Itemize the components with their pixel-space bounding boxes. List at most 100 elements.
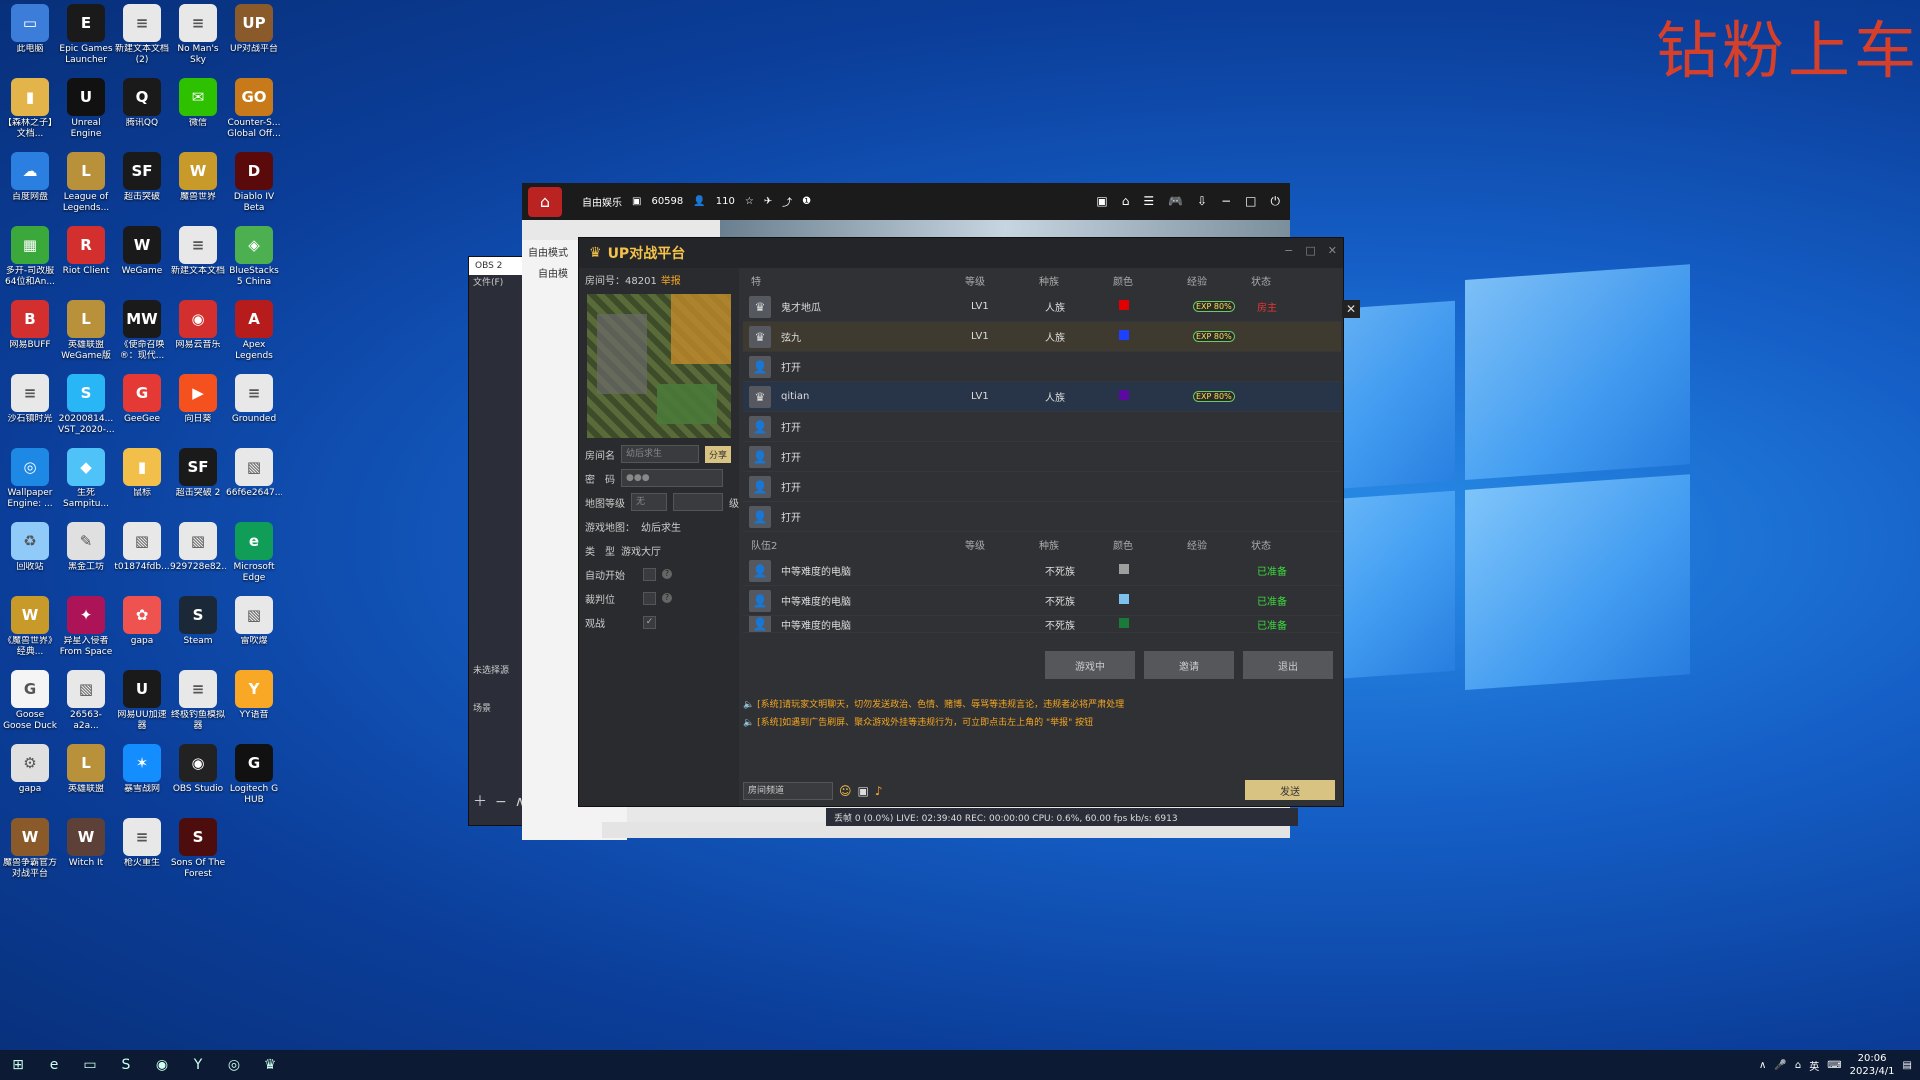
image-icon[interactable]: ▣ — [858, 784, 869, 798]
emoji-icon[interactable]: ☺ — [839, 784, 852, 798]
computer-row[interactable]: 👤 中等难度的电脑 不死族 已准备 — [743, 586, 1341, 616]
list-icon[interactable]: ☰ — [1143, 194, 1154, 209]
desktop-icon[interactable]: W Witch It — [58, 818, 114, 869]
player-row[interactable]: ♛ qitian LV1 人族 EXP 80% — [743, 382, 1341, 412]
desktop-icon[interactable]: G Goose Goose Duck — [2, 670, 58, 732]
desktop-icon[interactable]: SF 超击突破 2 — [170, 448, 226, 499]
room-name-input[interactable]: 幼后求生 — [621, 445, 699, 463]
desktop-icon[interactable]: ▮ 鼠标 — [114, 448, 170, 499]
desktop-icon[interactable]: ≡ 沙石镇时光 — [2, 374, 58, 425]
desktop-icon[interactable]: E Epic Games Launcher — [58, 4, 114, 66]
edge-taskbar-icon[interactable]: e — [36, 1050, 72, 1080]
open-slot-row[interactable]: 👤 打开 — [743, 412, 1341, 442]
desktop-icon[interactable]: R Riot Client — [58, 226, 114, 277]
panel-close-icon[interactable]: ✕ — [1342, 300, 1360, 318]
minimize-icon[interactable]: − — [1221, 194, 1231, 209]
desktop-icon[interactable]: S 20200814... VST_2020-... — [58, 374, 114, 436]
bell-icon[interactable]: ♪ — [875, 784, 883, 798]
desktop-icon[interactable]: ≡ No Man's Sky — [170, 4, 226, 66]
desktop-icon[interactable]: ◉ OBS Studio — [170, 744, 226, 795]
start-button[interactable]: ⊞ — [0, 1050, 36, 1080]
desktop-icon[interactable]: UP UP对战平台 — [226, 4, 282, 55]
desktop-icon[interactable]: ≡ Grounded — [226, 374, 282, 425]
desktop-icon[interactable]: ✉ 微信 — [170, 78, 226, 129]
desktop-icon[interactable]: ▧ 66f6e2647... — [226, 448, 282, 499]
netease-taskbar-icon[interactable]: ◎ — [216, 1050, 252, 1080]
computer-color-swatch[interactable] — [1119, 594, 1129, 604]
download-icon[interactable]: ⇩ — [1197, 194, 1207, 209]
map-level-input[interactable] — [673, 493, 723, 511]
desktop-icon[interactable]: ▭ 此电脑 — [2, 4, 58, 55]
open-slot-row[interactable]: 👤 打开 — [743, 472, 1341, 502]
auto-start-checkbox[interactable] — [643, 567, 656, 581]
in-game-button[interactable]: 游戏中 — [1045, 651, 1135, 679]
open-slot-row[interactable]: 👤 打开 — [743, 502, 1341, 532]
desktop-icon[interactable]: e Microsoft Edge — [226, 522, 282, 584]
desktop-icon[interactable]: ▶ 向日葵 — [170, 374, 226, 425]
notification-icon[interactable]: ▤ — [1903, 1060, 1912, 1071]
desktop-icon[interactable]: ✿ gapa — [114, 596, 170, 647]
ime-indicator[interactable]: 英 — [1809, 1058, 1819, 1073]
obs-taskbar-icon[interactable]: ◉ — [144, 1050, 180, 1080]
up-minimize-icon[interactable]: − — [1284, 244, 1293, 257]
desktop-icon[interactable]: ◈ BlueStacks 5 China — [226, 226, 282, 288]
desktop-icon[interactable]: Y YY语音 — [226, 670, 282, 721]
power-icon[interactable]: ⏻ — [1271, 194, 1281, 209]
desktop-icon[interactable]: W 《魔兽世界》经典... — [2, 596, 58, 658]
channel-select[interactable]: 房间频道 — [743, 782, 833, 800]
up-taskbar-icon[interactable]: ♛ — [252, 1050, 288, 1080]
desktop-icon[interactable]: W 魔兽争霸官方对战平台 — [2, 818, 58, 880]
player-color-swatch[interactable] — [1119, 390, 1129, 400]
desktop-icon[interactable]: D Diablo IV Beta — [226, 152, 282, 214]
desktop-icon[interactable]: ✦ 异星入侵者 From Space — [58, 596, 114, 658]
mic-icon[interactable]: 🎤 — [1774, 1060, 1786, 1071]
up-close-icon[interactable]: ✕ — [1328, 244, 1337, 257]
password-input[interactable]: ●●● — [621, 469, 723, 487]
record-icon[interactable]: ▣ — [1096, 194, 1107, 209]
player-row[interactable]: ♛ 弦九 LV1 人族 EXP 80% — [743, 322, 1341, 352]
desktop-icon[interactable]: ▧ 929728e82... — [170, 522, 226, 573]
computer-row[interactable]: 👤 中等难度的电脑 不死族 已准备 — [743, 556, 1341, 586]
desktop-icon[interactable]: ≡ 枪火重生 — [114, 818, 170, 869]
desktop-icon[interactable]: ✎ 黑金工坊 — [58, 522, 114, 573]
report-link[interactable]: 举报 — [661, 272, 681, 287]
desktop-icon[interactable]: GO Counter-S... Global Off... — [226, 78, 282, 140]
desktop-icon[interactable]: ≡ 新建文本文档 (2) — [114, 4, 170, 66]
desktop-icon[interactable]: L 英雄联盟 WeGame版 — [58, 300, 114, 362]
computer-color-swatch[interactable] — [1119, 564, 1129, 574]
player-color-swatch[interactable] — [1119, 330, 1129, 340]
desktop-icon[interactable]: MW 《使命召唤 ®：现代... — [114, 300, 170, 362]
home-logo-icon[interactable]: ⌂ — [528, 186, 562, 217]
info-icon[interactable]: ❶ — [802, 196, 811, 207]
desktop-icon[interactable]: Q 腾讯QQ — [114, 78, 170, 129]
network-icon[interactable]: ⌂ — [1795, 1060, 1801, 1071]
open-slot-row[interactable]: 👤 打开 — [743, 352, 1341, 382]
desktop-icon[interactable]: ▧ 26563-a2a... — [58, 670, 114, 732]
gamepad-icon[interactable]: 🎮 — [1168, 194, 1183, 209]
plane-icon[interactable]: ✈ — [764, 196, 772, 207]
help-icon[interactable]: ? — [662, 569, 672, 579]
clock[interactable]: 20:06 2023/4/1 — [1850, 1052, 1895, 1078]
desktop-icon[interactable]: ▧ 雷吹爆 — [226, 596, 282, 647]
desktop-icon[interactable]: W 魔兽世界 — [170, 152, 226, 203]
referee-checkbox[interactable] — [643, 591, 656, 605]
exit-button[interactable]: 退出 — [1243, 651, 1333, 679]
up-maximize-icon[interactable]: □ — [1305, 244, 1315, 257]
player-row[interactable]: ♛ 鬼才地瓜 LV1 人族 EXP 80% 房主 — [743, 292, 1341, 322]
desktop-icon[interactable]: W WeGame — [114, 226, 170, 277]
desktop-icon[interactable]: ≡ 新建文本文档 — [170, 226, 226, 277]
desktop-icon[interactable]: L League of Legends... — [58, 152, 114, 214]
desktop-icon[interactable]: ◉ 网易云音乐 — [170, 300, 226, 351]
desktop-icon[interactable]: ≡ 终极钓鱼模拟器 — [170, 670, 226, 732]
open-slot-row[interactable]: 👤 打开 — [743, 442, 1341, 472]
desktop-icon[interactable]: ◆ 生死 Sampitu... — [58, 448, 114, 510]
invite-button[interactable]: 邀请 — [1144, 651, 1234, 679]
chevron-up-icon[interactable]: ∧ — [1759, 1060, 1766, 1071]
help-icon[interactable]: ? — [662, 593, 672, 603]
desktop-icon[interactable]: ▮ 【森林之子】 文档... — [2, 78, 58, 140]
desktop-icon[interactable]: G GeeGee — [114, 374, 170, 425]
map-level-select[interactable]: 无 — [631, 493, 667, 511]
steam-taskbar-icon[interactable]: S — [108, 1050, 144, 1080]
desktop-icon[interactable]: ◎ Wallpaper Engine: ... — [2, 448, 58, 510]
desktop-icon[interactable]: ▧ t01874fdb... — [114, 522, 170, 573]
